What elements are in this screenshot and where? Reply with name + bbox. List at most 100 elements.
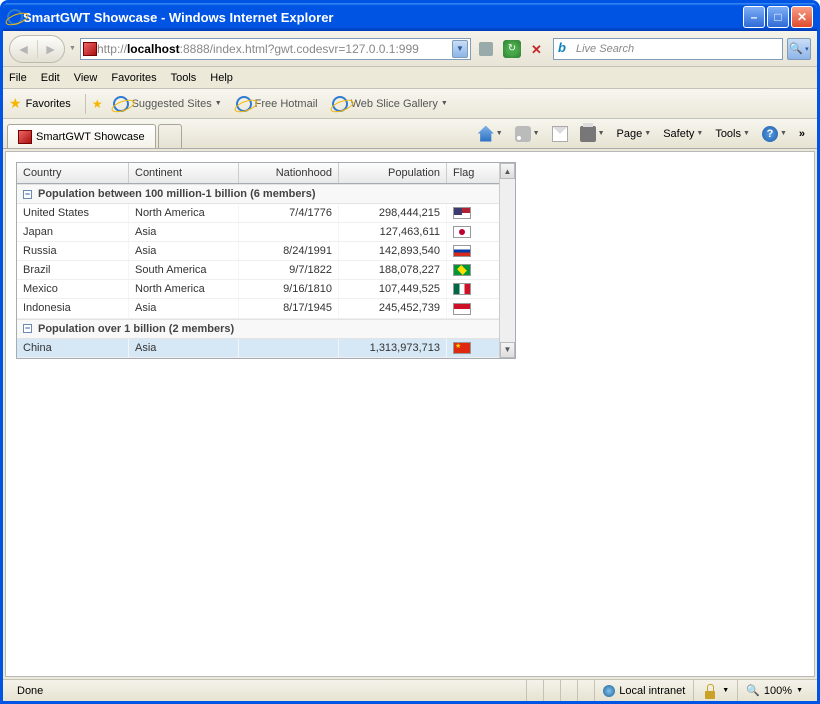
web-slice-link[interactable]: Web Slice Gallery ▼ (328, 94, 452, 114)
cell-nationhood: 9/7/1822 (239, 261, 339, 279)
close-button[interactable]: ✕ (791, 6, 813, 28)
page-label: Page (617, 128, 643, 140)
cell-population: 142,893,540 (339, 242, 447, 260)
forward-icon[interactable]: ► (44, 41, 58, 57)
table-row[interactable]: MexicoNorth America9/16/1810107,449,525 (17, 280, 499, 299)
add-favorite-icon[interactable]: ★ (92, 97, 103, 111)
lock-icon (702, 683, 718, 699)
chevron-down-icon: ▼ (215, 100, 222, 107)
search-button[interactable]: 🔍▾ (787, 38, 811, 60)
suggested-sites-link[interactable]: Suggested Sites ▼ (109, 94, 226, 114)
search-input[interactable]: Live Search (553, 38, 783, 60)
group-2-label: Population over 1 billion (2 members) (38, 323, 234, 335)
safety-menu[interactable]: Safety▼ (659, 128, 707, 140)
ie-mini-icon (332, 96, 348, 112)
menu-view[interactable]: View (74, 72, 98, 84)
table-row[interactable]: RussiaAsia8/24/1991142,893,540 (17, 242, 499, 261)
table-row[interactable]: JapanAsia127,463,611 (17, 223, 499, 242)
menu-help[interactable]: Help (210, 72, 233, 84)
refresh-button[interactable]: ↻ (501, 38, 523, 60)
maximize-button[interactable]: □ (767, 6, 789, 28)
group-header-2[interactable]: − Population over 1 billion (2 members) (17, 319, 499, 339)
new-tab-button[interactable] (158, 124, 182, 148)
cell-population: 298,444,215 (339, 204, 447, 222)
menu-favorites[interactable]: Favorites (111, 72, 156, 84)
status-seg (543, 680, 560, 701)
grid-scrollbar[interactable]: ▲ ▼ (499, 163, 515, 358)
zoom-label: 100% (764, 685, 792, 697)
collapse-icon[interactable]: − (23, 324, 32, 333)
col-header-country[interactable]: Country (17, 163, 129, 183)
back-icon[interactable]: ◄ (17, 41, 31, 57)
cell-continent: South America (129, 261, 239, 279)
bing-icon (558, 42, 572, 56)
favorites-bar: ★ Favorites ★ Suggested Sites ▼ Free Hot… (3, 89, 817, 119)
col-header-continent[interactable]: Continent (129, 163, 239, 183)
protected-mode-button[interactable]: ▼ (693, 680, 737, 701)
page-menu[interactable]: Page▼ (613, 128, 656, 140)
titlebar[interactable]: SmartGWT Showcase - Windows Internet Exp… (3, 3, 817, 31)
cell-country: China (17, 339, 129, 357)
menu-tools[interactable]: Tools (171, 72, 197, 84)
table-row[interactable]: IndonesiaAsia8/17/1945245,452,739 (17, 299, 499, 318)
site-icon (83, 42, 97, 56)
group-1-label: Population between 100 million-1 billion… (38, 188, 316, 200)
print-button[interactable]: ▼ (576, 126, 609, 142)
favorites-button[interactable]: ★ Favorites (9, 95, 71, 112)
tab-smartgwt-showcase[interactable]: SmartGWT Showcase (7, 124, 156, 148)
address-dropdown-icon[interactable]: ▼ (452, 40, 468, 58)
col-header-nationhood[interactable]: Nationhood (239, 163, 339, 183)
col-header-flag[interactable]: Flag (447, 163, 487, 183)
scroll-track[interactable] (500, 179, 515, 342)
cell-country: Russia (17, 242, 129, 260)
status-seg (560, 680, 577, 701)
cell-flag (447, 299, 487, 317)
country-grid: Country Continent Nationhood Population … (16, 162, 516, 359)
zoom-button[interactable]: 🔍 100% ▼ (737, 680, 811, 701)
free-hotmail-label: Free Hotmail (255, 98, 318, 110)
cell-country: United States (17, 204, 129, 222)
chevron-down-icon: ▼ (441, 100, 448, 107)
group-header-1[interactable]: − Population between 100 million-1 billi… (17, 184, 499, 204)
tools-menu[interactable]: Tools▼ (711, 128, 754, 140)
status-zone[interactable]: Local intranet (594, 680, 693, 701)
minimize-button[interactable]: – (743, 6, 765, 28)
nav-dropdown-icon[interactable]: ▼ (69, 45, 76, 52)
cell-population: 127,463,611 (339, 223, 447, 241)
cell-population: 245,452,739 (339, 299, 447, 317)
menu-edit[interactable]: Edit (41, 72, 60, 84)
mail-button[interactable] (548, 126, 572, 142)
flag-icon (453, 245, 471, 257)
help-button[interactable]: ?▼ (758, 126, 791, 142)
address-bar[interactable]: http:// localhost :8888/index.html?gwt.c… (80, 38, 471, 60)
zoom-icon: 🔍 (746, 684, 760, 697)
col-header-population[interactable]: Population (339, 163, 447, 183)
table-row[interactable]: ChinaAsia1,313,973,713 (17, 339, 499, 358)
flag-icon (453, 342, 471, 354)
stop-button[interactable]: ✕ (527, 38, 549, 60)
scroll-down-icon[interactable]: ▼ (500, 342, 515, 358)
back-forward-group[interactable]: ◄ ► (9, 35, 65, 63)
collapse-icon[interactable]: − (23, 190, 32, 199)
url-host: localhost (127, 42, 180, 56)
window-title: SmartGWT Showcase - Windows Internet Exp… (23, 10, 743, 25)
flag-icon (453, 264, 471, 276)
safety-label: Safety (663, 128, 694, 140)
more-tools-icon[interactable]: » (795, 128, 809, 140)
free-hotmail-link[interactable]: Free Hotmail (232, 94, 322, 114)
search-placeholder: Live Search (576, 43, 634, 55)
home-button[interactable]: ▼ (474, 126, 507, 142)
scroll-up-icon[interactable]: ▲ (500, 163, 515, 179)
compat-view-button[interactable] (475, 38, 497, 60)
menu-file[interactable]: File (9, 72, 27, 84)
table-row[interactable]: United StatesNorth America7/4/1776298,44… (17, 204, 499, 223)
rss-button[interactable]: ▼ (511, 126, 544, 142)
tab-bar: SmartGWT Showcase ▼ ▼ ▼ Page▼ Safety▼ To… (3, 119, 817, 149)
cell-continent: Asia (129, 299, 239, 317)
flag-icon (453, 207, 471, 219)
cell-continent: North America (129, 280, 239, 298)
cell-country: Brazil (17, 261, 129, 279)
status-seg (526, 680, 543, 701)
ie-mini-icon (113, 96, 129, 112)
table-row[interactable]: BrazilSouth America9/7/1822188,078,227 (17, 261, 499, 280)
